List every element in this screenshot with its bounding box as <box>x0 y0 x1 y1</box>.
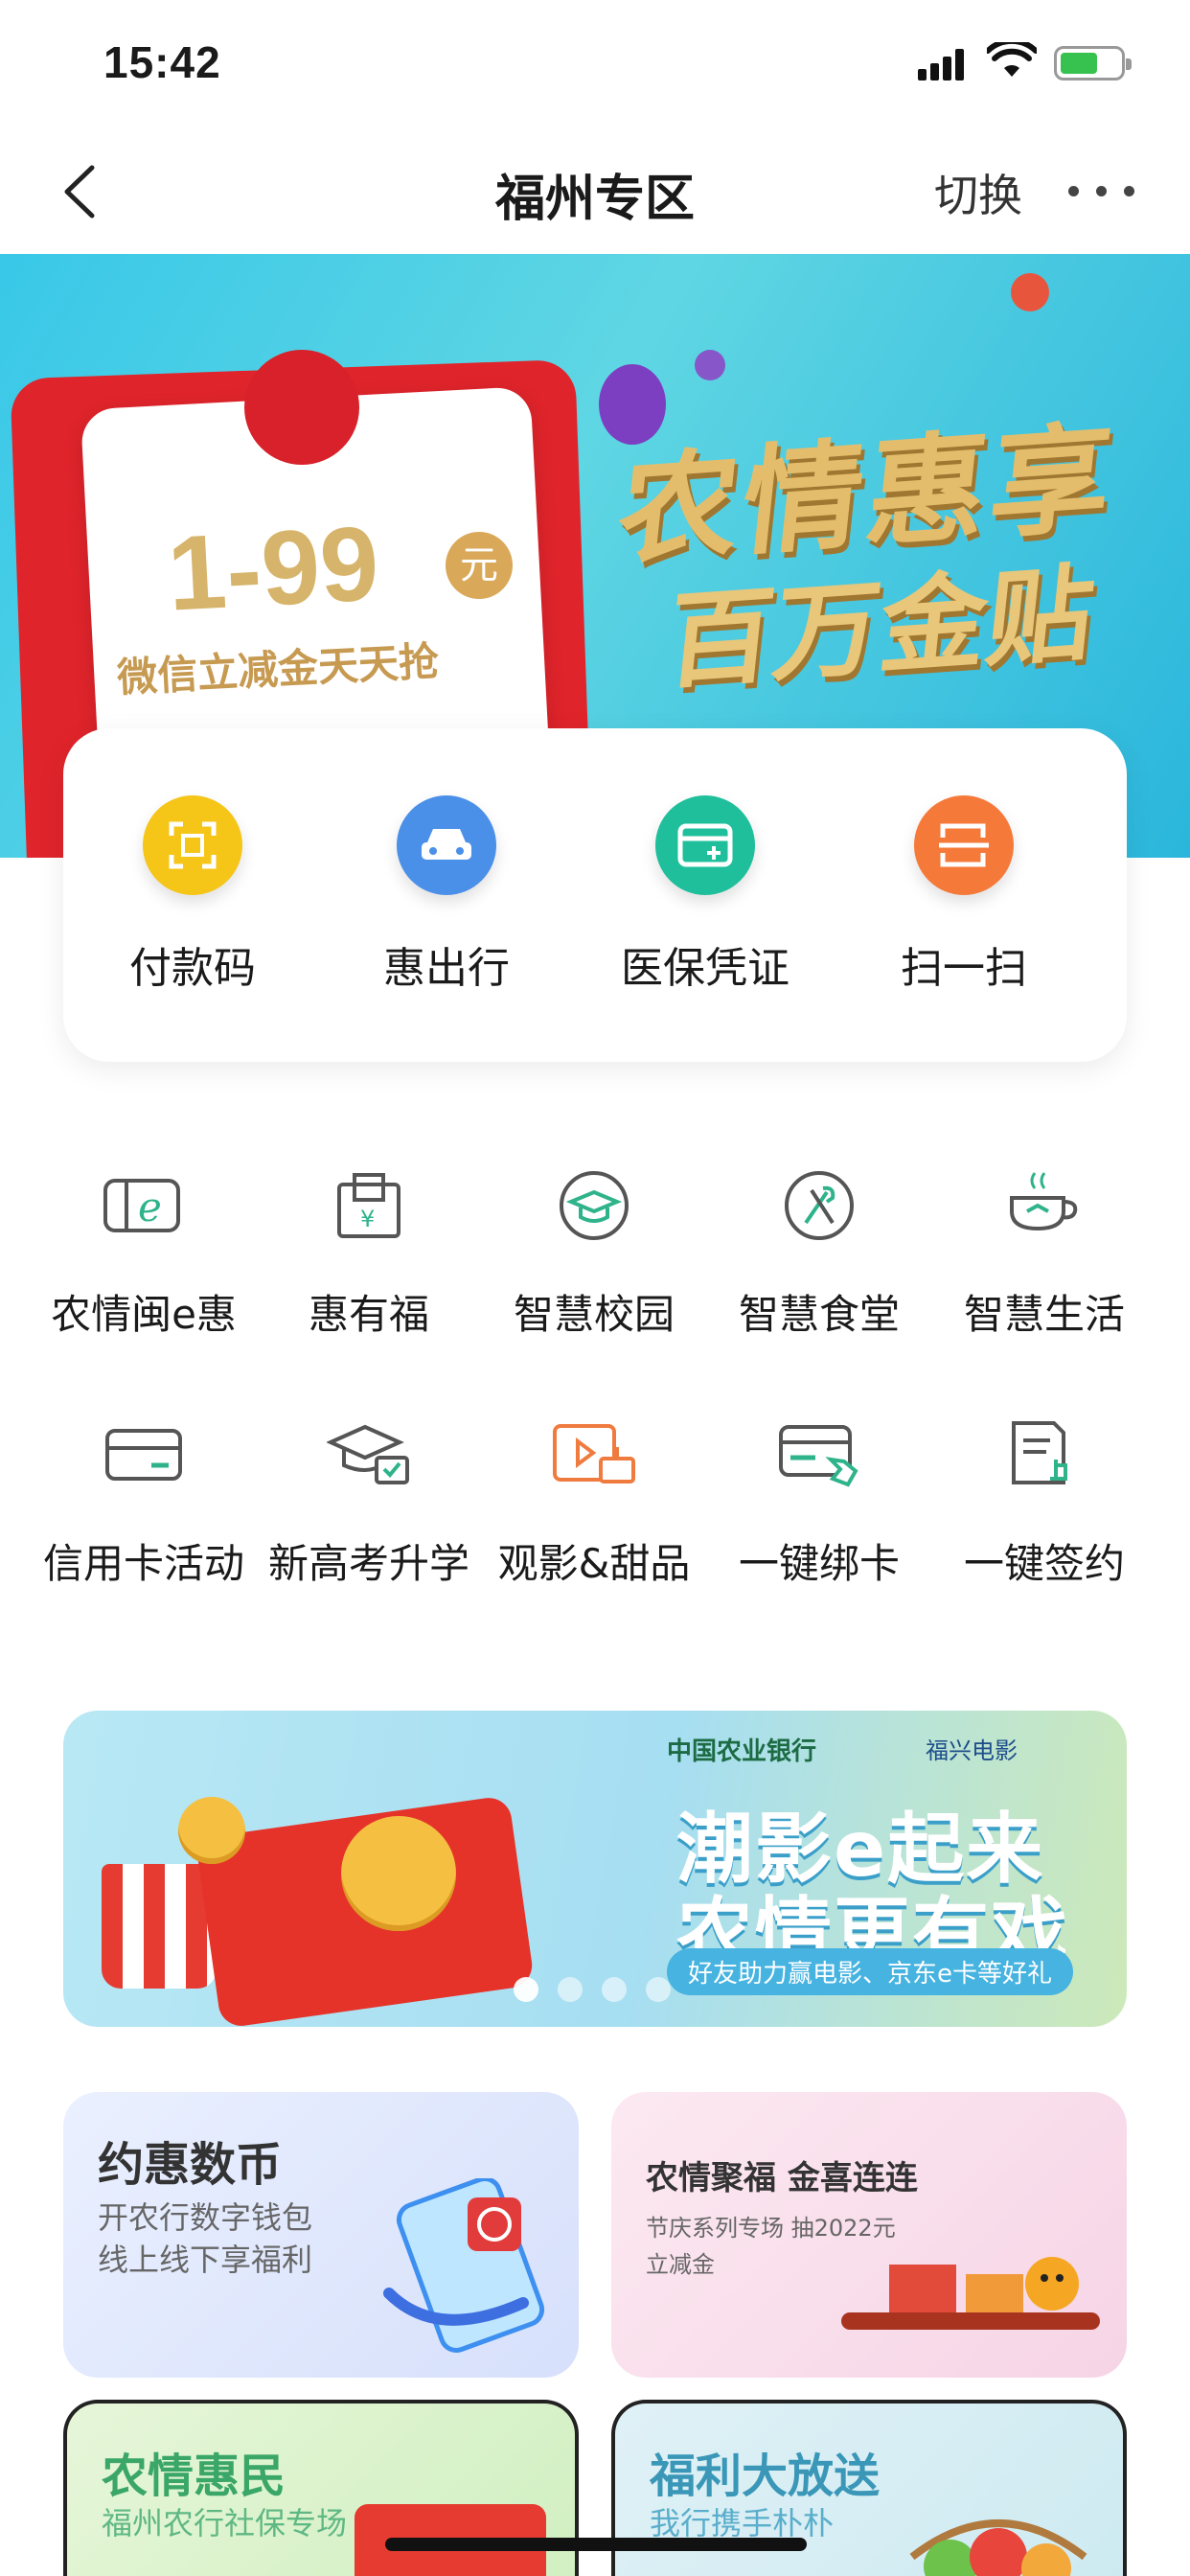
promo-banner-carousel[interactable]: 中国农业银行 福兴电影 潮影e起来 农情更有戏 好友助力赢电影、京东e卡等好礼 <box>63 1711 1127 2027</box>
navigation-bar: 福州专区 切换 <box>0 129 1190 254</box>
quick-action-medical-voucher[interactable]: 医保凭证 <box>576 795 835 995</box>
wifi-icon <box>987 42 1037 77</box>
quick-action-label: 医保凭证 <box>621 944 790 993</box>
decoration-ball <box>695 350 725 380</box>
status-time: 15:42 <box>103 37 221 87</box>
quick-action-label: 扫一扫 <box>901 944 1027 993</box>
service-smart-life[interactable]: 智慧生活 <box>929 1167 1159 1341</box>
hero-slogan-line2: 百万金贴 <box>660 551 1100 704</box>
gift-scroll-icon <box>841 2257 1100 2330</box>
service-one-click-sign[interactable]: 一键签约 <box>929 1416 1159 1590</box>
car-icon <box>397 795 496 895</box>
credit-card-icon <box>101 1416 187 1493</box>
status-bar: 15:42 <box>0 0 1190 129</box>
service-label: 信用卡活动 <box>42 1540 244 1587</box>
quick-actions-card: 付款码 惠出行 医保凭证 扫一扫 <box>63 728 1127 1062</box>
hero-amount: 1-99 <box>164 504 382 633</box>
card-title: 约惠数币 <box>98 2138 283 2192</box>
hero-currency: 元 <box>446 532 513 599</box>
popcorn-graphic <box>102 1864 217 1989</box>
graduation-cap-icon <box>551 1167 637 1244</box>
svg-text:e: e <box>138 1184 162 1230</box>
bank-logo: 中国农业银行 <box>667 1737 817 1766</box>
scan-icon <box>914 795 1014 895</box>
mortarboard-icon <box>326 1416 412 1493</box>
gold-coin-graphic <box>178 1797 245 1864</box>
fork-knife-icon <box>776 1167 862 1244</box>
decoration-ball <box>1011 273 1049 311</box>
quick-action-payment-code[interactable]: 付款码 <box>63 795 322 995</box>
envelope-seal <box>244 350 359 465</box>
movie-cake-icon <box>551 1416 637 1493</box>
fruit-basket-icon <box>909 2519 1087 2576</box>
bind-card-icon <box>776 1416 862 1493</box>
service-movie-dessert[interactable]: 观影&甜品 <box>479 1416 709 1590</box>
carousel-indicator <box>514 1977 686 2006</box>
service-label: 一键签约 <box>963 1540 1125 1587</box>
red-packet-icon: ¥ <box>326 1167 412 1244</box>
service-label: 惠有福 <box>308 1291 429 1338</box>
medical-card-icon <box>655 795 755 895</box>
service-label: 农情闽e惠 <box>51 1291 237 1338</box>
card-digital-currency[interactable]: 约惠数币 开农行数字钱包 线上线下享福利 <box>63 2092 579 2378</box>
card-title: 农情聚福 金喜连连 <box>646 2159 918 2197</box>
service-label: 智慧校园 <box>513 1291 675 1338</box>
payment-code-icon <box>143 795 242 895</box>
service-smart-campus[interactable]: 智慧校园 <box>479 1167 709 1341</box>
service-label: 智慧食堂 <box>738 1291 900 1338</box>
e-card-icon: e <box>101 1167 187 1244</box>
gold-coin-graphic <box>341 1816 456 1931</box>
digital-wallet-phone-icon <box>383 2178 545 2353</box>
home-indicator[interactable] <box>385 2538 807 2551</box>
quick-action-scan[interactable]: 扫一扫 <box>835 795 1093 995</box>
service-credit-card-activity[interactable]: 信用卡活动 <box>29 1416 259 1590</box>
coffee-cup-icon <box>1001 1167 1087 1244</box>
card-title: 福利大放送 <box>650 2450 881 2503</box>
service-label: 一键绑卡 <box>738 1540 900 1587</box>
cellular-signal-icon <box>918 48 968 80</box>
card-description: 线上线下享福利 <box>98 2242 313 2278</box>
service-label: 智慧生活 <box>963 1291 1125 1338</box>
switch-region-button[interactable]: 切换 <box>934 161 1022 224</box>
sign-document-icon <box>1001 1416 1087 1493</box>
service-hui-you-fu[interactable]: ¥ 惠有福 <box>254 1167 484 1341</box>
quick-action-label: 付款码 <box>129 944 256 993</box>
partner-logo: 福兴电影 <box>926 1737 1018 1764</box>
service-nongqing-min-e-hui[interactable]: e 农情闽e惠 <box>29 1167 259 1341</box>
card-description: 开农行数字钱包 <box>98 2199 313 2236</box>
card-description: 立减金 <box>646 2251 715 2278</box>
service-label: 新高考升学 <box>267 1540 469 1587</box>
service-college-entrance[interactable]: 新高考升学 <box>254 1416 484 1590</box>
quick-action-label: 惠出行 <box>383 944 510 993</box>
card-description: 福州农行社保专场 <box>102 2505 348 2542</box>
service-smart-canteen[interactable]: 智慧食堂 <box>704 1167 934 1341</box>
battery-icon <box>1054 46 1132 80</box>
quick-action-travel[interactable]: 惠出行 <box>317 795 576 995</box>
promo-tagline: 好友助力赢电影、京东e卡等好礼 <box>667 1948 1073 1995</box>
more-options-icon[interactable] <box>1068 182 1135 201</box>
service-one-click-bind-card[interactable]: 一键绑卡 <box>704 1416 934 1590</box>
card-festival-fortune[interactable]: 农情聚福 金喜连连 节庆系列专场 抽2022元 立减金 <box>611 2092 1127 2378</box>
card-title: 农情惠民 <box>102 2450 286 2503</box>
svg-text:¥: ¥ <box>360 1206 375 1232</box>
service-label: 观影&甜品 <box>497 1540 691 1587</box>
